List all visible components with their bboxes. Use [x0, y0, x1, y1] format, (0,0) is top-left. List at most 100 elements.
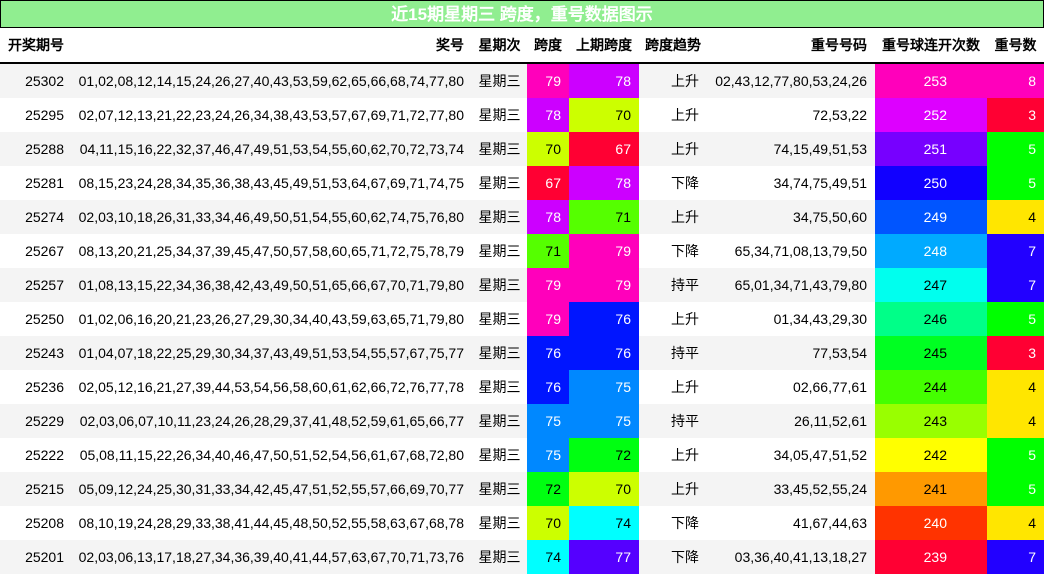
cell-weekday: 星期三: [472, 166, 527, 200]
cell-span: 75: [527, 404, 569, 438]
header-repeat-count: 重号数: [987, 27, 1044, 64]
cell-numbers: 05,09,12,24,25,30,31,33,34,42,45,47,51,5…: [72, 472, 472, 506]
cell-repeat-count: 8: [987, 63, 1044, 98]
table-row: 25288 04,11,15,16,22,32,37,46,47,49,51,53…: [0, 132, 1044, 166]
cell-issue: 25201: [0, 540, 72, 574]
cell-issue: 25274: [0, 200, 72, 234]
cell-issue: 25250: [0, 302, 72, 336]
cell-trend: 上升: [639, 438, 707, 472]
cell-repeat-numbers: 72,53,22: [707, 98, 875, 132]
cell-streak: 252: [875, 98, 987, 132]
cell-issue: 25302: [0, 63, 72, 98]
table-row: 25257 01,08,13,15,22,34,36,38,42,43,49,50…: [0, 268, 1044, 302]
cell-trend: 持平: [639, 268, 707, 302]
cell-streak: 242: [875, 438, 987, 472]
cell-repeat-count: 4: [987, 404, 1044, 438]
cell-streak: 247: [875, 268, 987, 302]
cell-weekday: 星期三: [472, 63, 527, 98]
cell-weekday: 星期三: [472, 132, 527, 166]
cell-repeat-numbers: 03,36,40,41,13,18,27: [707, 540, 875, 574]
table-row: 25236 02,05,12,16,21,27,39,44,53,54,56,58…: [0, 370, 1044, 404]
cell-trend: 上升: [639, 132, 707, 166]
cell-prev-span: 76: [569, 336, 639, 370]
cell-weekday: 星期三: [472, 200, 527, 234]
cell-numbers: 02,03,10,18,26,31,33,34,46,49,50,51,54,5…: [72, 200, 472, 234]
cell-repeat-count: 3: [987, 336, 1044, 370]
cell-trend: 持平: [639, 404, 707, 438]
cell-repeat-numbers: 77,53,54: [707, 336, 875, 370]
cell-streak: 243: [875, 404, 987, 438]
cell-weekday: 星期三: [472, 540, 527, 574]
cell-prev-span: 75: [569, 404, 639, 438]
cell-span: 67: [527, 166, 569, 200]
cell-span: 76: [527, 370, 569, 404]
cell-prev-span: 77: [569, 540, 639, 574]
cell-issue: 25257: [0, 268, 72, 302]
cell-numbers: 08,13,20,21,25,34,37,39,45,47,50,57,58,6…: [72, 234, 472, 268]
cell-weekday: 星期三: [472, 302, 527, 336]
cell-issue: 25236: [0, 370, 72, 404]
table-row: 25215 05,09,12,24,25,30,31,33,34,42,45,47…: [0, 472, 1044, 506]
cell-span: 70: [527, 506, 569, 540]
cell-repeat-count: 5: [987, 438, 1044, 472]
cell-span: 74: [527, 540, 569, 574]
cell-prev-span: 71: [569, 200, 639, 234]
cell-trend: 上升: [639, 302, 707, 336]
cell-repeat-count: 3: [987, 98, 1044, 132]
cell-repeat-count: 7: [987, 540, 1044, 574]
header-numbers: 奖号: [72, 27, 472, 64]
cell-numbers: 01,04,07,18,22,25,29,30,34,37,43,49,51,5…: [72, 336, 472, 370]
table-row: 25302 01,02,08,12,14,15,24,26,27,40,43,53…: [0, 63, 1044, 98]
data-table: 开奖期号 奖号 星期次 跨度 上期跨度 跨度趋势 重号号码 重号球连开次数 重号…: [0, 27, 1044, 574]
cell-weekday: 星期三: [472, 438, 527, 472]
cell-streak: 241: [875, 472, 987, 506]
cell-trend: 下降: [639, 506, 707, 540]
cell-weekday: 星期三: [472, 234, 527, 268]
header-trend: 跨度趋势: [639, 27, 707, 64]
cell-span: 79: [527, 268, 569, 302]
cell-prev-span: 78: [569, 166, 639, 200]
cell-numbers: 08,10,19,24,28,29,33,38,41,44,45,48,50,5…: [72, 506, 472, 540]
cell-prev-span: 76: [569, 302, 639, 336]
cell-prev-span: 74: [569, 506, 639, 540]
cell-prev-span: 72: [569, 438, 639, 472]
cell-weekday: 星期三: [472, 472, 527, 506]
cell-streak: 248: [875, 234, 987, 268]
table-title: 近15期星期三 跨度，重号数据图示: [0, 0, 1044, 27]
table-row: 25201 02,03,06,13,17,18,27,34,36,39,40,41…: [0, 540, 1044, 574]
cell-span: 71: [527, 234, 569, 268]
cell-streak: 244: [875, 370, 987, 404]
cell-repeat-numbers: 02,66,77,61: [707, 370, 875, 404]
cell-numbers: 01,02,06,16,20,21,23,26,27,29,30,34,40,4…: [72, 302, 472, 336]
cell-numbers: 01,02,08,12,14,15,24,26,27,40,43,53,59,6…: [72, 63, 472, 98]
cell-repeat-numbers: 41,67,44,63: [707, 506, 875, 540]
table-row: 25229 02,03,06,07,10,11,23,24,26,28,29,37…: [0, 404, 1044, 438]
cell-weekday: 星期三: [472, 268, 527, 302]
cell-streak: 239: [875, 540, 987, 574]
cell-streak: 245: [875, 336, 987, 370]
cell-numbers: 02,07,12,13,21,22,23,24,26,34,38,43,53,5…: [72, 98, 472, 132]
cell-repeat-count: 5: [987, 302, 1044, 336]
cell-trend: 上升: [639, 370, 707, 404]
header-repeat-numbers: 重号号码: [707, 27, 875, 64]
cell-issue: 25243: [0, 336, 72, 370]
cell-numbers: 04,11,15,16,22,32,37,46,47,49,51,53,54,5…: [72, 132, 472, 166]
cell-issue: 25288: [0, 132, 72, 166]
cell-numbers: 02,03,06,13,17,18,27,34,36,39,40,41,44,5…: [72, 540, 472, 574]
cell-trend: 上升: [639, 98, 707, 132]
cell-trend: 上升: [639, 472, 707, 506]
cell-repeat-count: 7: [987, 234, 1044, 268]
cell-span: 78: [527, 98, 569, 132]
table-row: 25274 02,03,10,18,26,31,33,34,46,49,50,51…: [0, 200, 1044, 234]
cell-streak: 250: [875, 166, 987, 200]
cell-weekday: 星期三: [472, 404, 527, 438]
cell-weekday: 星期三: [472, 98, 527, 132]
cell-repeat-numbers: 34,05,47,51,52: [707, 438, 875, 472]
table-row: 25250 01,02,06,16,20,21,23,26,27,29,30,34…: [0, 302, 1044, 336]
header-issue: 开奖期号: [0, 27, 72, 64]
cell-issue: 25222: [0, 438, 72, 472]
cell-span: 72: [527, 472, 569, 506]
cell-prev-span: 67: [569, 132, 639, 166]
cell-streak: 251: [875, 132, 987, 166]
cell-prev-span: 70: [569, 98, 639, 132]
